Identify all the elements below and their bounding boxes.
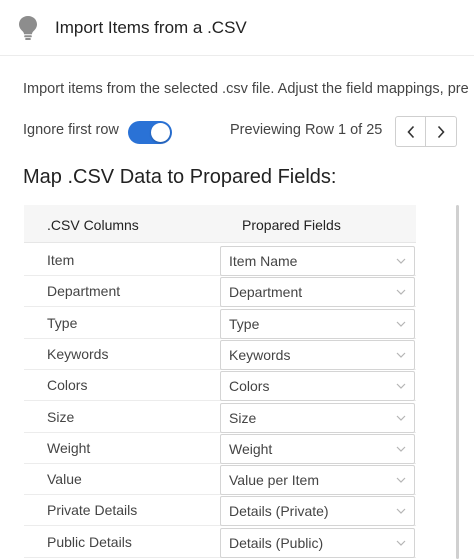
table-row: Value Value per Item	[24, 464, 416, 496]
table-row: Weight Weight	[24, 433, 416, 464]
dialog-title: Import Items from a .CSV	[55, 18, 247, 37]
chevron-down-icon	[396, 352, 406, 358]
table-row: Item Item Name	[24, 245, 416, 276]
chevron-down-icon	[396, 540, 406, 546]
csv-column-name: Size	[47, 408, 75, 425]
table-row: Size Size	[24, 402, 416, 433]
csv-column-name: Colors	[47, 377, 88, 394]
selected-field-value: Details (Private)	[229, 503, 329, 520]
table-row: Public Details Details (Public)	[24, 527, 416, 558]
selected-field-value: Department	[229, 284, 303, 301]
lightbulb-icon	[19, 16, 37, 40]
chevron-down-icon	[396, 415, 406, 421]
field-mapping-select[interactable]: Weight	[220, 433, 415, 464]
previous-row-button[interactable]	[395, 116, 426, 147]
chevron-right-icon	[437, 125, 445, 138]
csv-column-name: Type	[47, 314, 78, 331]
mapping-table: .CSV Columns Propared Fields Item Item Na…	[24, 205, 416, 559]
mapping-table-header: .CSV Columns Propared Fields	[24, 205, 416, 243]
chevron-down-icon	[396, 477, 406, 483]
table-row: Private Details Details (Private)	[24, 495, 416, 527]
field-mapping-select[interactable]: Value per Item	[220, 465, 415, 496]
csv-column-name: Private Details	[47, 502, 138, 519]
csv-column-name: Keywords	[47, 345, 109, 362]
next-row-button[interactable]	[426, 116, 457, 147]
field-mapping-select[interactable]: Department	[220, 277, 415, 308]
chevron-down-icon	[396, 508, 406, 515]
field-mapping-select[interactable]: Details (Private)	[220, 496, 415, 527]
chevron-left-icon	[406, 125, 414, 138]
chevron-down-icon	[396, 383, 406, 390]
dialog-header: Import Items from a .CSV	[0, 0, 474, 56]
selected-field-value: Keywords	[229, 346, 291, 363]
selected-field-value: Value per Item	[229, 472, 320, 489]
field-mapping-select[interactable]: Keywords	[220, 339, 415, 370]
chevron-down-icon	[396, 321, 406, 327]
chevron-down-icon	[396, 258, 406, 264]
chevron-down-icon	[396, 289, 406, 296]
table-row: Type Type	[24, 308, 416, 339]
preview-row-label: Previewing Row 1 of 25	[230, 122, 383, 138]
selected-field-value: Details (Public)	[229, 534, 324, 551]
field-mapping-select[interactable]: Details (Public)	[220, 527, 415, 558]
vertical-scrollbar[interactable]	[456, 205, 459, 559]
csv-column-name: Item	[47, 252, 75, 268]
propared-fields-header: Propared Fields	[242, 217, 341, 233]
selected-field-value: Colors	[229, 378, 270, 395]
csv-column-name: Department	[47, 283, 121, 300]
ignore-first-row-toggle[interactable]	[128, 121, 172, 144]
table-row: Colors Colors	[24, 370, 416, 402]
table-row: Keywords Keywords	[24, 339, 416, 370]
csv-column-name: Value	[47, 471, 82, 488]
field-mapping-select[interactable]: Item Name	[220, 246, 415, 276]
selected-field-value: Type	[229, 315, 260, 332]
ignore-first-row-label: Ignore first row	[23, 122, 119, 138]
field-mapping-select[interactable]: Type	[220, 308, 415, 339]
chevron-down-icon	[396, 446, 406, 452]
field-mapping-select[interactable]: Colors	[220, 371, 415, 402]
csv-columns-header: .CSV Columns	[47, 217, 139, 233]
csv-column-name: Weight	[47, 439, 91, 456]
mapping-title: Map .CSV Data to Propared Fields:	[23, 166, 337, 188]
csv-column-name: Public Details	[47, 533, 132, 550]
selected-field-value: Weight	[229, 440, 273, 457]
selected-field-value: Size	[229, 409, 257, 426]
field-mapping-select[interactable]: Size	[220, 402, 415, 433]
import-description: Import items from the selected .csv file…	[23, 81, 469, 97]
table-row: Department Department	[24, 276, 416, 308]
toggle-knob	[151, 123, 170, 142]
selected-field-value: Item Name	[229, 253, 298, 269]
